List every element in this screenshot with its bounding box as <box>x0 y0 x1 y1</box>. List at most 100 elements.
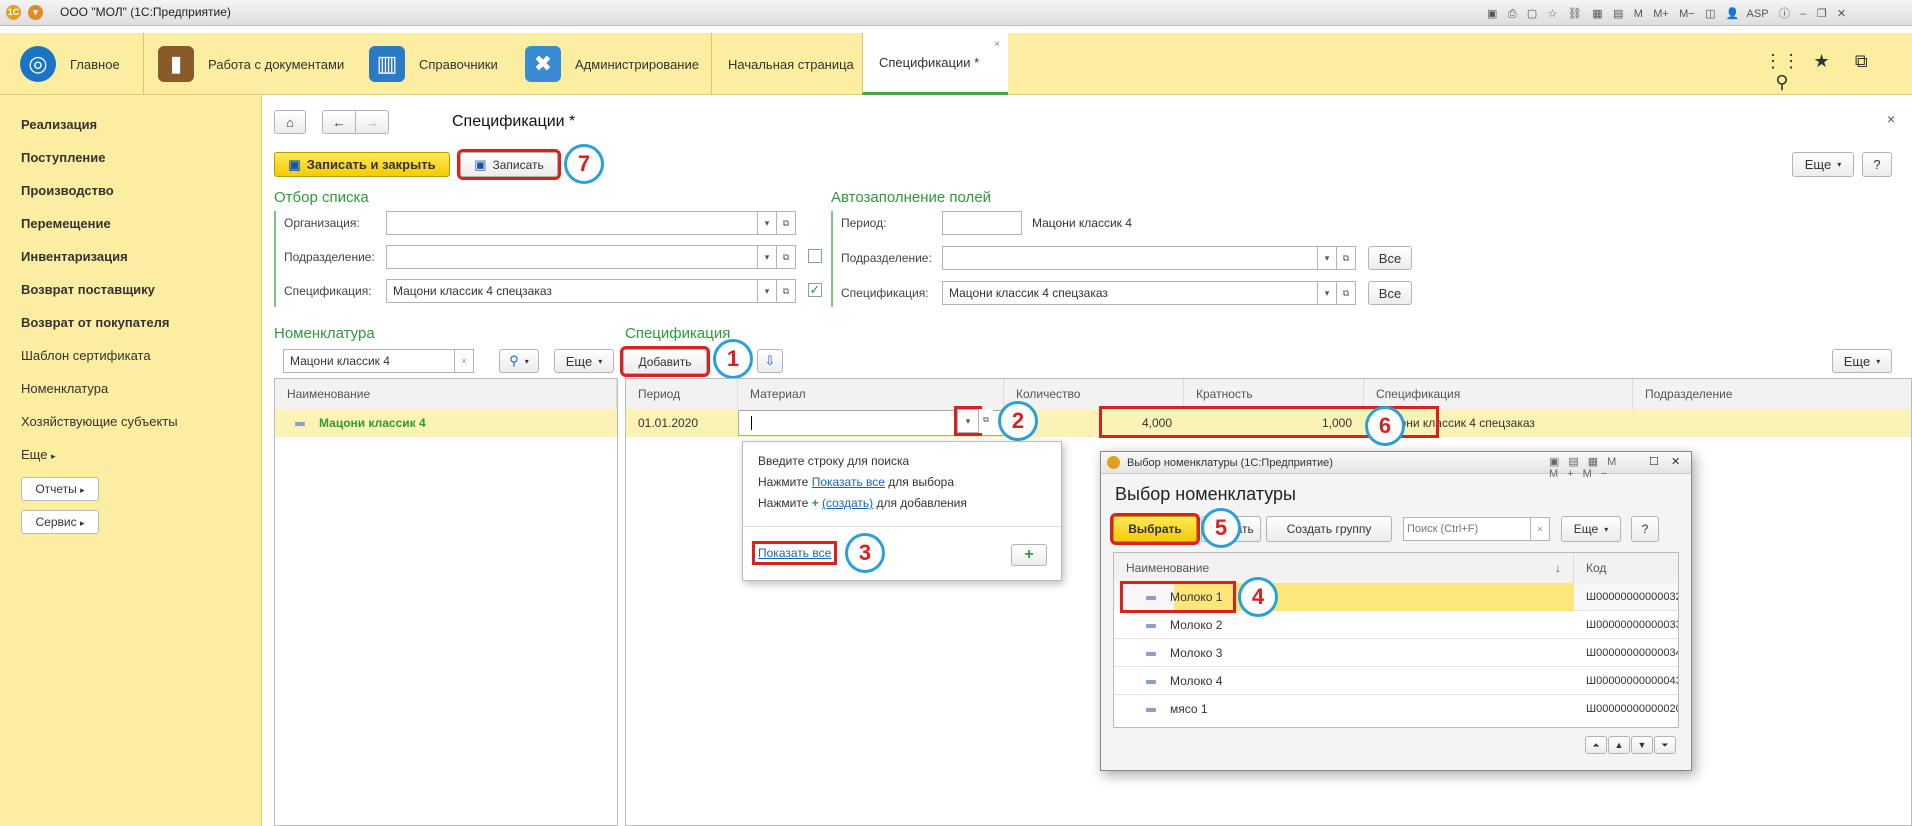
search-button[interactable]: ⚲ ▾ <box>499 349 539 373</box>
dialog-search-clear-icon[interactable]: × <box>1530 517 1550 541</box>
tab-start-page[interactable]: Начальная страница <box>711 33 870 95</box>
table-row[interactable]: Молоко 2 Ш00000000000033 <box>1114 611 1678 639</box>
nav-item-receipt[interactable]: Поступление <box>21 150 106 165</box>
period-cell[interactable]: 01.01.2020 <box>626 409 738 437</box>
col-header-specification[interactable]: Спецификация <box>1364 379 1633 409</box>
autofill-spec-open-button[interactable]: ⧉ <box>1336 281 1356 305</box>
service-button[interactable]: Сервис ▸ <box>21 510 99 534</box>
org-field[interactable] <box>386 211 758 235</box>
nav-item-production[interactable]: Производство <box>21 183 114 198</box>
autofill-dept-open-button[interactable]: ⧉ <box>1336 246 1356 270</box>
nav-item-nomenclature[interactable]: Номенклатура <box>21 381 108 396</box>
history-icon[interactable]: ⧉ <box>1843 51 1879 72</box>
table-row[interactable]: 01.01.2020 4,000 1,000 Мацони классик 4 … <box>626 409 1911 437</box>
user-icon[interactable]: 👤 <box>1726 7 1740 20</box>
scroll-first-button[interactable]: ⏶ <box>1585 736 1607 754</box>
spec-open-button[interactable]: ⧉ <box>776 279 796 303</box>
autofill-dept-all-button[interactable]: Все <box>1368 246 1412 270</box>
move-down-button[interactable]: ⇩ <box>757 349 783 373</box>
create-link[interactable]: (создать) <box>822 496 873 510</box>
tab-close-icon[interactable]: × <box>994 39 1000 50</box>
dialog-close-icon[interactable]: ✕ <box>1671 455 1680 468</box>
save-icon[interactable]: ▣ <box>1487 7 1497 20</box>
mult-cell[interactable]: 1,000 <box>1184 409 1364 437</box>
show-all-inline-link[interactable]: Показать все <box>812 475 885 489</box>
spec-filter-field[interactable]: Мацони классик 4 спецзаказ <box>386 279 758 303</box>
col-header-name[interactable]: Наименование ↓ <box>1114 553 1574 583</box>
save-close-button[interactable]: ▣ Записать и закрыть <box>274 152 450 177</box>
link-icon[interactable]: ⛓ <box>1568 7 1582 20</box>
dept-cell[interactable] <box>1633 409 1911 437</box>
nomenclature-more-button[interactable]: Еще ▾ <box>554 349 614 373</box>
nav-item-return-customer[interactable]: Возврат от покупателя <box>21 315 169 330</box>
table-row[interactable]: Молоко 1 Ш00000000000032 <box>1114 583 1678 611</box>
form-more-button[interactable]: Еще ▾ <box>1792 152 1854 177</box>
doc-icon[interactable]: ▤ <box>1613 7 1623 20</box>
section-main[interactable]: ◎ Главное <box>6 33 120 95</box>
col-header-department[interactable]: Подразделение <box>1633 379 1911 409</box>
org-open-button[interactable]: ⧉ <box>776 211 796 235</box>
dept-filter-checkbox[interactable] <box>808 249 822 263</box>
col-header-period[interactable]: Период <box>626 379 738 409</box>
show-all-link[interactable]: Показать все <box>751 541 838 565</box>
autofill-spec-all-button[interactable]: Все <box>1368 281 1412 305</box>
preview-icon[interactable]: ▢ <box>1527 7 1537 20</box>
nav-item-more[interactable]: Еще ▸ <box>21 447 56 462</box>
autofill-dept-dropdown-button[interactable]: ▾ <box>1317 246 1337 270</box>
home-button[interactable]: ⌂ <box>274 110 306 134</box>
material-open-icon[interactable]: ⧉ <box>979 409 993 433</box>
info-icon[interactable]: ⓘ <box>1779 5 1790 21</box>
dialog-restore-icon[interactable]: ☐ <box>1649 455 1659 468</box>
save-button[interactable]: ▣ Записать <box>457 149 561 180</box>
spec-dropdown-button[interactable]: ▾ <box>757 279 777 303</box>
create-group-button[interactable]: Создать группу <box>1266 516 1392 542</box>
autofill-spec-dropdown-button[interactable]: ▾ <box>1317 281 1337 305</box>
minimize-icon[interactable]: – <box>1800 8 1806 20</box>
section-admin[interactable]: ✖ Администрирование <box>511 33 699 95</box>
col-header-material[interactable]: Материал <box>738 379 1004 409</box>
col-header-multiplicity[interactable]: Кратность <box>1184 379 1364 409</box>
close-icon[interactable]: ✕ <box>1837 7 1846 20</box>
apps-grid-icon[interactable]: ⋮⋮ <box>1764 51 1800 72</box>
nav-item-inventory[interactable]: Инвентаризация <box>21 249 128 264</box>
calendar-icon[interactable]: ▦ <box>1592 7 1602 20</box>
dialog-search-input[interactable] <box>1403 517 1531 541</box>
section-documents[interactable]: ▮ Работа с документами <box>143 33 344 95</box>
back-button[interactable]: ← <box>322 110 356 134</box>
nav-item-transfer[interactable]: Перемещение <box>21 216 111 231</box>
sort-down-icon[interactable]: ↓ <box>1555 553 1561 583</box>
add-item-button[interactable]: + <box>1011 544 1047 566</box>
reports-button[interactable]: Отчеты ▸ <box>21 477 99 501</box>
dept-open-button[interactable]: ⧉ <box>776 245 796 269</box>
spec-filter-checkbox[interactable]: ✓ <box>808 283 822 297</box>
period-field[interactable] <box>942 211 1022 235</box>
add-button[interactable]: Добавить <box>620 346 710 377</box>
autofill-dept-field[interactable] <box>942 246 1318 270</box>
org-dropdown-button[interactable]: ▾ <box>757 211 777 235</box>
search-icon[interactable]: ⚲ <box>1764 72 1800 93</box>
forward-button[interactable]: → <box>355 110 389 134</box>
dialog-title-actions[interactable]: ▣▤▦M M+M− <box>1549 455 1691 480</box>
dialog-more-button[interactable]: Еще ▾ <box>1561 516 1621 542</box>
autofill-spec-field[interactable]: Мацони классик 4 спецзаказ <box>942 281 1318 305</box>
tab-specifications[interactable]: Спецификации * × <box>862 33 1008 95</box>
table-row[interactable]: Молоко 3 Ш00000000000034 <box>1114 639 1678 667</box>
nav-item-entities[interactable]: Хозяйствующие субъекты <box>21 414 178 429</box>
favorite-icon[interactable]: ☆ <box>1548 7 1558 20</box>
print-icon[interactable]: ⎙ <box>1508 8 1517 21</box>
section-directories[interactable]: ▥ Справочники <box>355 33 498 95</box>
table-row[interactable]: Мацони классик 4 <box>275 409 617 437</box>
star-icon[interactable]: ★ <box>1804 51 1840 72</box>
panels-icon[interactable]: ◫ <box>1705 7 1715 20</box>
table-row[interactable]: Молоко 4 Ш00000000000043 <box>1114 667 1678 695</box>
nomenclature-search-field[interactable]: Мацони классик 4 <box>283 349 455 373</box>
m-plus-icon[interactable]: M+ <box>1653 8 1669 20</box>
scroll-down-button[interactable]: ▼ <box>1631 736 1653 754</box>
material-dropdown-button[interactable]: ▾ <box>954 406 982 436</box>
restore-icon[interactable]: ❐ <box>1817 7 1827 20</box>
form-close-icon[interactable]: × <box>1887 111 1895 127</box>
dept-field[interactable] <box>386 245 758 269</box>
scroll-last-button[interactable]: ⏷ <box>1654 736 1676 754</box>
scroll-up-button[interactable]: ▲ <box>1608 736 1630 754</box>
dialog-help-button[interactable]: ? <box>1631 516 1659 542</box>
